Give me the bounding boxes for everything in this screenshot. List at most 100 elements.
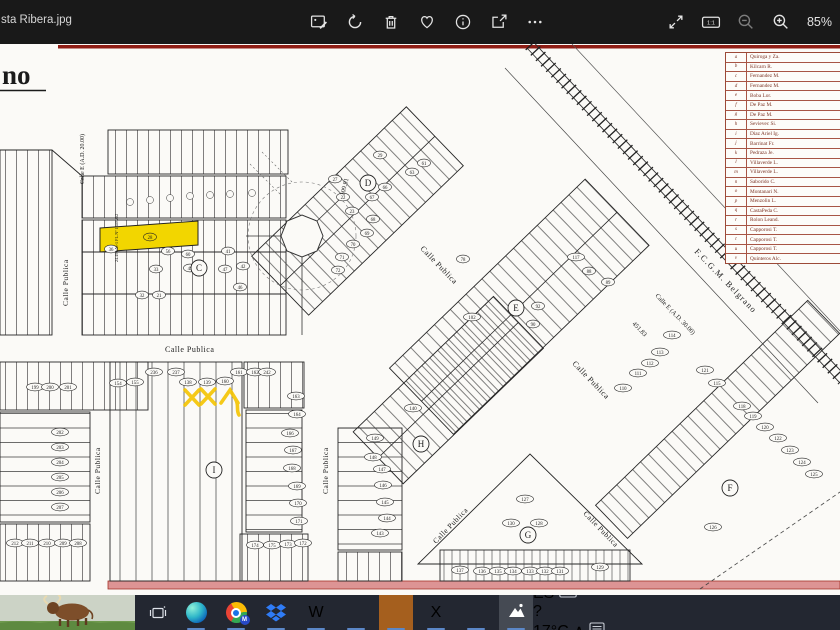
block-letter-H: H bbox=[413, 436, 429, 452]
svg-text:119: 119 bbox=[749, 415, 757, 420]
svg-text:211: 211 bbox=[26, 542, 34, 547]
lot-number: 206 bbox=[52, 488, 69, 496]
svg-text:no: no bbox=[2, 60, 31, 90]
svg-text:201: 201 bbox=[64, 386, 72, 391]
search-highlight-image[interactable] bbox=[0, 595, 135, 630]
svg-text:172: 172 bbox=[299, 542, 307, 547]
legend-row: qCastaPeda C. bbox=[726, 207, 840, 217]
legend-row: oMontanari N. bbox=[726, 187, 840, 197]
lot-number: 123 bbox=[782, 446, 799, 454]
lot-number: 210 bbox=[39, 539, 56, 547]
lot-number: 199 bbox=[27, 383, 44, 391]
info-button[interactable] bbox=[452, 11, 474, 33]
taskbar-app-dropbox[interactable] bbox=[259, 595, 293, 630]
temperature[interactable]: 17°C bbox=[533, 623, 569, 630]
legend-key: i bbox=[726, 130, 747, 139]
legend-key: b bbox=[726, 63, 747, 72]
lot-number: 70 bbox=[347, 240, 360, 248]
svg-text:137: 137 bbox=[456, 569, 464, 574]
svg-text:144: 144 bbox=[383, 517, 391, 522]
lot-number: 172 bbox=[295, 539, 312, 547]
help-tray-icon[interactable]: ? bbox=[533, 603, 600, 621]
lot-number: 68 bbox=[367, 215, 380, 223]
keyboard-icon[interactable] bbox=[559, 595, 577, 598]
legend-key: t bbox=[726, 235, 747, 244]
lot-number: 167 bbox=[285, 446, 302, 454]
svg-text:E: E bbox=[513, 303, 519, 313]
svg-text:66: 66 bbox=[383, 186, 388, 191]
legend-row: nSaborido C. bbox=[726, 178, 840, 188]
svg-text:117: 117 bbox=[572, 256, 580, 261]
photos-toolbar bbox=[308, 0, 546, 44]
svg-text:166: 166 bbox=[286, 432, 294, 437]
svg-text:47: 47 bbox=[223, 268, 228, 273]
lot-number: 163 bbox=[288, 392, 305, 400]
legend-key: h bbox=[726, 120, 747, 129]
svg-text:129: 129 bbox=[596, 566, 604, 571]
svg-text:Calle Publica: Calle Publica bbox=[165, 345, 214, 354]
photos-app-titlebar: sta Ribera.jpg bbox=[0, 0, 840, 44]
svg-text:125: 125 bbox=[810, 473, 818, 478]
task-view-button[interactable] bbox=[143, 595, 173, 630]
zoom-out-button[interactable] bbox=[735, 11, 757, 33]
legend-row: aQuiroga y Za. bbox=[726, 53, 840, 63]
chrome-profile-badge: M bbox=[240, 615, 250, 625]
taskbar-app-chrome[interactable]: M bbox=[219, 595, 253, 630]
lot-number: 61 bbox=[418, 159, 431, 167]
edit-image-button[interactable] bbox=[308, 11, 330, 33]
notification-panel-icon[interactable] bbox=[589, 621, 607, 630]
favorite-button[interactable] bbox=[416, 11, 438, 33]
edit-image-icon bbox=[310, 13, 328, 31]
taskbar-app-file-explorer[interactable] bbox=[339, 595, 373, 630]
legend-key: a bbox=[726, 53, 747, 62]
lot-number: 205 bbox=[52, 473, 69, 481]
language-indicator[interactable]: ES bbox=[533, 595, 554, 602]
system-tray: ES ? 17°C ∧ bbox=[533, 595, 600, 630]
svg-text:167: 167 bbox=[289, 449, 297, 454]
lot-number: 166 bbox=[282, 429, 299, 437]
lot-number: 120 bbox=[757, 423, 774, 431]
taskbar-app-word[interactable]: W bbox=[299, 595, 333, 630]
taskbar-app-photos[interactable] bbox=[499, 595, 533, 630]
lot-number: 202 bbox=[52, 428, 69, 436]
delete-button[interactable] bbox=[380, 11, 402, 33]
heart-icon bbox=[418, 13, 436, 31]
rotate-button[interactable] bbox=[344, 11, 366, 33]
lot-number: 174 bbox=[247, 541, 264, 549]
svg-text:69: 69 bbox=[365, 232, 370, 237]
image-viewer[interactable]: no bbox=[0, 44, 840, 595]
lot-number: 175 bbox=[264, 541, 281, 549]
lot-number: 139 bbox=[199, 378, 216, 386]
actual-size-button[interactable]: 1:1 bbox=[700, 11, 722, 33]
more-options-button[interactable] bbox=[524, 11, 546, 33]
legend-owner-name: Kilcarn R. bbox=[747, 63, 840, 72]
svg-text:60: 60 bbox=[186, 253, 191, 258]
svg-text:121: 121 bbox=[701, 369, 709, 374]
svg-text:236: 236 bbox=[150, 371, 158, 376]
lot-number: 155 bbox=[127, 378, 144, 386]
legend-owner-name: Quiroga y Za. bbox=[747, 53, 840, 62]
taskbar-app-excel[interactable]: X bbox=[419, 595, 453, 630]
svg-text:Calle E (A.D. 20.00): Calle E (A.D. 20.00) bbox=[79, 134, 86, 184]
block-letter-D: D bbox=[360, 175, 376, 191]
lot-number: 140 bbox=[405, 404, 422, 412]
legend-key: o bbox=[726, 187, 747, 196]
lot-number: 143 bbox=[372, 529, 389, 537]
taskbar-app-opera[interactable] bbox=[379, 595, 413, 630]
svg-text:162: 162 bbox=[251, 371, 259, 376]
fullscreen-button[interactable] bbox=[665, 11, 687, 33]
share-button[interactable] bbox=[488, 11, 510, 33]
zoom-in-button[interactable] bbox=[770, 11, 792, 33]
taskbar-app-edge[interactable] bbox=[179, 595, 213, 630]
lot-number: 131 bbox=[552, 567, 569, 575]
ellipsis-icon bbox=[526, 13, 544, 31]
taskbar-app-paint3d[interactable] bbox=[459, 595, 493, 630]
plan-bottom-border bbox=[108, 581, 840, 589]
legend-row: pMenzolin L. bbox=[726, 197, 840, 207]
legend-owner-name: CastaPeda C. bbox=[747, 207, 840, 216]
legend-key: f bbox=[726, 101, 747, 110]
lot-number: 42 bbox=[237, 262, 250, 270]
tray-expand-chevron[interactable]: ∧ bbox=[573, 623, 585, 630]
block-letter-F: F bbox=[722, 480, 738, 496]
lot-number: 89 bbox=[602, 278, 615, 286]
